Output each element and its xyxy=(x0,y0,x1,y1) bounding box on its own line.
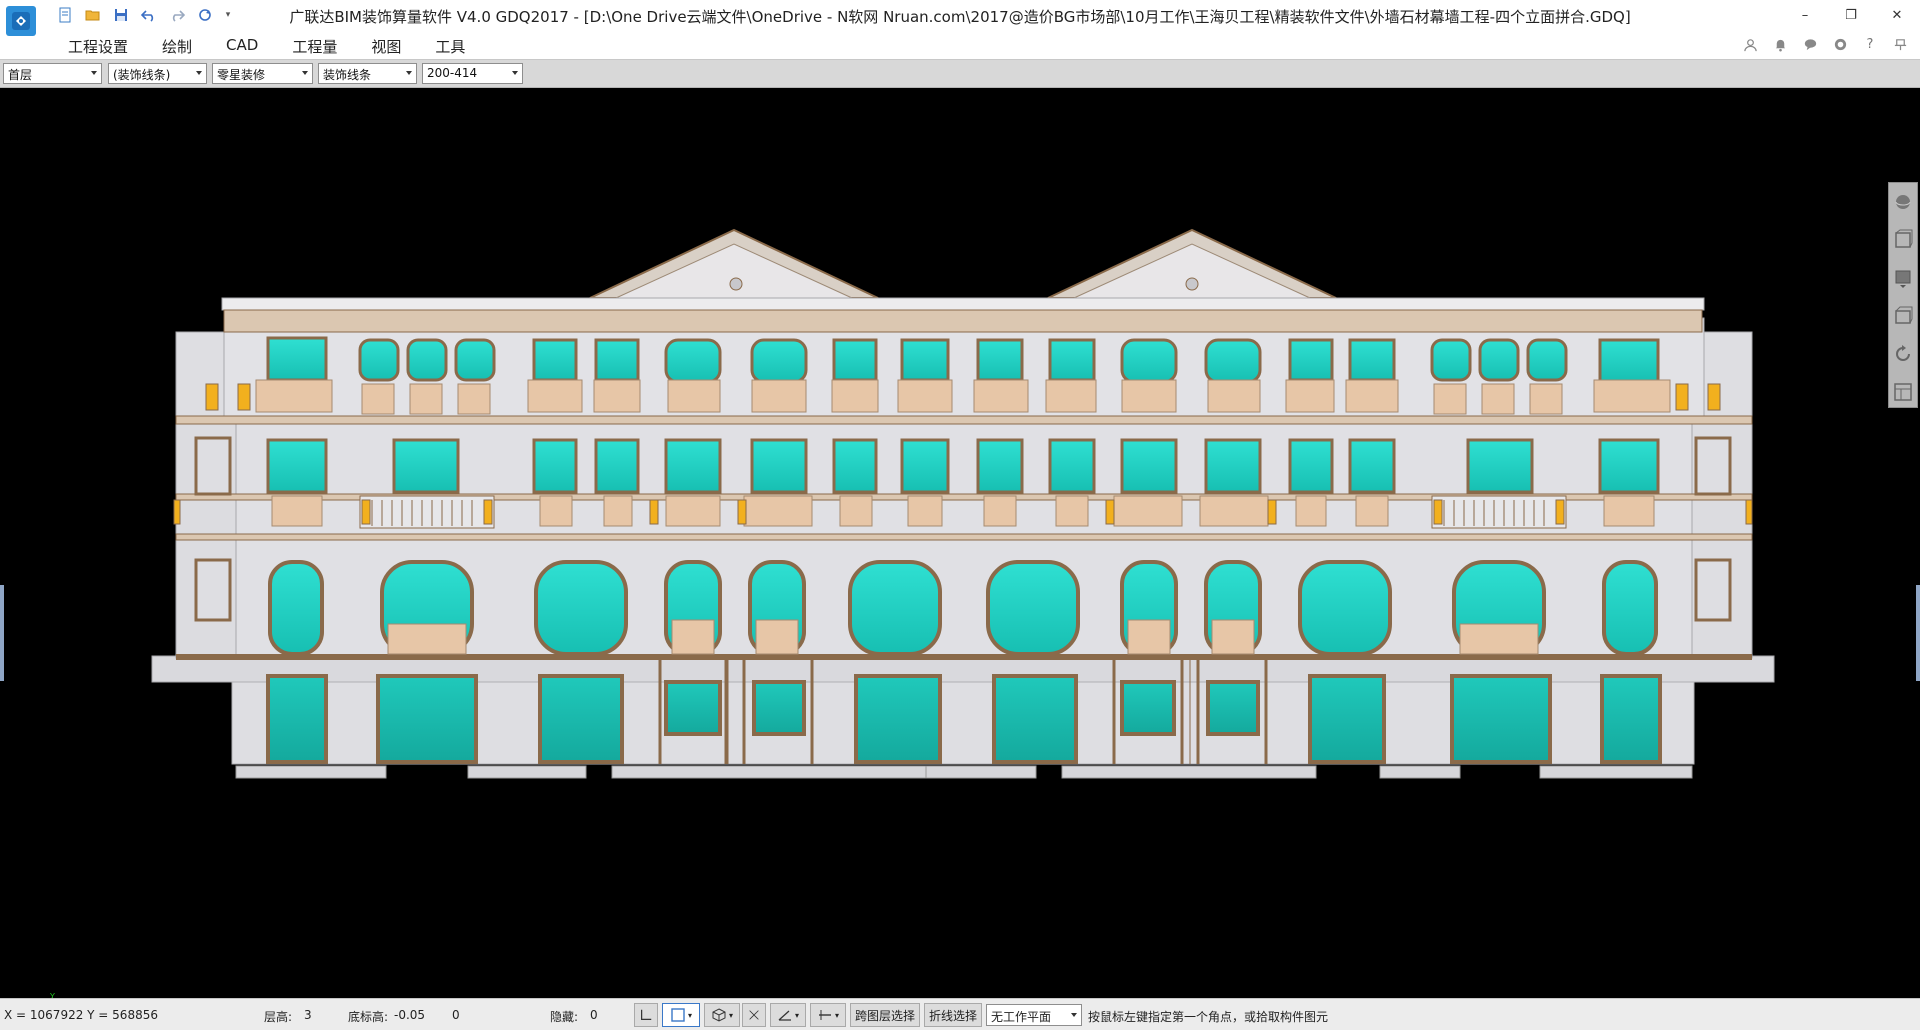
floor-height-value: 3 xyxy=(304,1008,312,1022)
hidden-count-value: 0 xyxy=(590,1008,598,1022)
work-plane-value: 无工作平面 xyxy=(991,1010,1052,1024)
perspective-icon[interactable] xyxy=(1891,225,1915,255)
offset-value: 0 xyxy=(452,1008,460,1022)
menu-draw[interactable]: 绘制 xyxy=(150,34,204,59)
undo-icon[interactable] xyxy=(138,4,160,26)
component-type-select[interactable]: 零星装修 xyxy=(212,63,313,84)
user-icon[interactable] xyxy=(1742,36,1758,52)
select-mode-button[interactable]: ▾ xyxy=(662,1003,700,1027)
menu-quantity[interactable]: 工程量 xyxy=(280,34,349,59)
offset-button[interactable]: ▾ xyxy=(810,1003,846,1027)
component-type-value: 零星装修 xyxy=(217,68,266,82)
component-toolbar: 首层 (装饰线条) 零星装修 装饰线条 200-414 xyxy=(0,60,1920,88)
base-elevation-label: 底标高: xyxy=(348,1010,389,1024)
floor-height-label: 层高: xyxy=(264,1010,293,1024)
left-panel-tab[interactable] xyxy=(0,585,4,681)
component-name-select[interactable]: 200-414 xyxy=(422,63,523,84)
menu-items: 工程设置 绘制 CAD 工程量 视图 工具 xyxy=(56,34,487,59)
menu-right-icons: ? xyxy=(1742,36,1908,52)
cube-view-button[interactable]: ▾ xyxy=(704,1003,740,1027)
restore-button[interactable]: ❐ xyxy=(1828,0,1874,30)
redo-icon[interactable] xyxy=(166,4,188,26)
qat-customize-icon[interactable]: ▾ xyxy=(222,4,234,26)
chevron-down-icon xyxy=(406,71,412,75)
3d-view-icon[interactable] xyxy=(1891,187,1915,217)
component-name-value: 200-414 xyxy=(427,66,478,80)
base-elevation-value: -0.05 xyxy=(394,1008,426,1022)
window-controls: – ❐ ✕ xyxy=(1782,0,1920,30)
service-icon[interactable] xyxy=(1832,36,1848,52)
category-select[interactable]: (装饰线条) xyxy=(108,63,207,84)
chevron-down-icon xyxy=(512,71,518,75)
component-subtype-value: 装饰线条 xyxy=(323,68,372,82)
chevron-down-icon xyxy=(302,71,308,75)
floor-select-value: 首层 xyxy=(8,68,33,82)
rotate-icon[interactable] xyxy=(1891,339,1915,369)
building-facade-model[interactable] xyxy=(0,88,1920,998)
window-title: 广联达BIM装饰算量软件 V4.0 GDQ2017 - [D:\One Driv… xyxy=(289,8,1631,26)
quick-access-toolbar: ▾ xyxy=(54,4,234,26)
right-panel-tab[interactable] xyxy=(1916,585,1920,681)
menu-bar: 工程设置 绘制 CAD 工程量 视图 工具 ? xyxy=(0,30,1920,60)
open-folder-icon[interactable] xyxy=(82,4,104,26)
pin-icon[interactable] xyxy=(1892,36,1908,52)
angle-button[interactable]: ▾ xyxy=(770,1003,806,1027)
hidden-count-label: 隐藏: xyxy=(550,1010,579,1024)
menu-project-settings[interactable]: 工程设置 xyxy=(56,34,140,59)
chevron-down-icon xyxy=(196,71,202,75)
work-plane-select[interactable]: 无工作平面 xyxy=(986,1004,1082,1026)
drawing-viewport[interactable]: Y X xyxy=(0,88,1920,998)
menu-tools[interactable]: 工具 xyxy=(423,34,477,59)
chevron-down-icon xyxy=(1071,1013,1077,1017)
menu-cad[interactable]: CAD xyxy=(214,34,270,59)
minimize-button[interactable]: – xyxy=(1782,0,1828,30)
save-icon[interactable] xyxy=(110,4,132,26)
title-bar: ▾ 广联达BIM装饰算量软件 V4.0 GDQ2017 - [D:\One Dr… xyxy=(0,0,1920,36)
menu-view[interactable]: 视图 xyxy=(359,34,413,59)
cross-snap-button[interactable] xyxy=(742,1003,766,1027)
status-hint: 按鼠标左键指定第一个角点，或拾取构件图元 xyxy=(1088,1010,1329,1024)
category-select-value: (装饰线条) xyxy=(113,68,171,82)
status-bar: X = 1067922 Y = 568856 层高: 3 底标高: -0.05 … xyxy=(0,998,1920,1030)
top-view-icon[interactable] xyxy=(1891,263,1915,293)
chevron-down-icon xyxy=(91,71,97,75)
balustrade-left xyxy=(359,495,495,529)
chat-icon[interactable] xyxy=(1802,36,1818,52)
bell-icon[interactable] xyxy=(1772,36,1788,52)
front-view-icon[interactable] xyxy=(1891,301,1915,331)
close-button[interactable]: ✕ xyxy=(1874,0,1920,30)
cursor-coordinates: X = 1067922 Y = 568856 xyxy=(4,1008,158,1022)
layout-icon[interactable] xyxy=(1891,377,1915,407)
app-logo-icon[interactable] xyxy=(6,6,36,36)
floor-select[interactable]: 首层 xyxy=(3,63,102,84)
help-icon[interactable]: ? xyxy=(1862,36,1878,52)
balustrade-right xyxy=(1431,495,1567,529)
sync-icon[interactable] xyxy=(194,4,216,26)
view-tools-panel xyxy=(1888,182,1918,408)
new-file-icon[interactable] xyxy=(54,4,76,26)
ortho-mode-button[interactable] xyxy=(634,1003,658,1027)
component-subtype-select[interactable]: 装饰线条 xyxy=(318,63,417,84)
cross-layer-select-button[interactable]: 跨图层选择 xyxy=(850,1003,920,1027)
polyline-select-button[interactable]: 折线选择 xyxy=(924,1003,982,1027)
